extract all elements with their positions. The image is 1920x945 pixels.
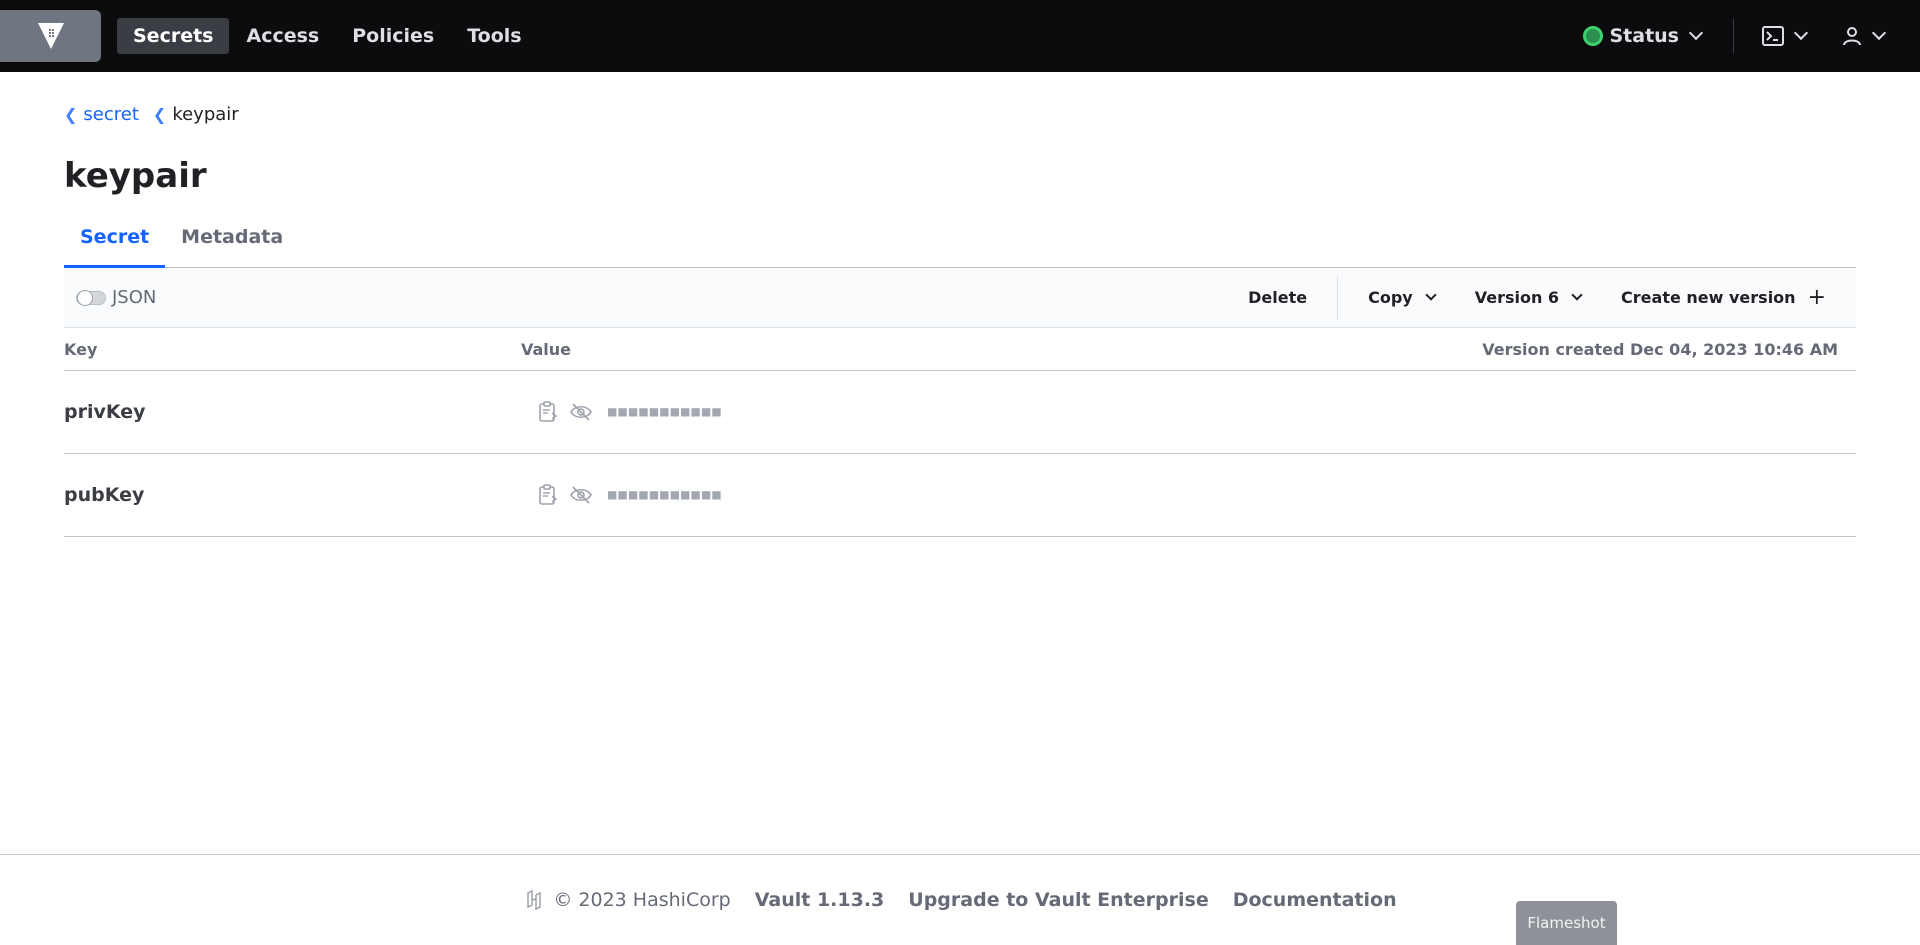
chevron-down-icon	[1871, 25, 1887, 41]
secret-key: pubKey	[64, 484, 145, 506]
plus-icon: +	[1807, 284, 1826, 310]
json-toggle[interactable]: JSON	[76, 287, 156, 308]
nav-access[interactable]: Access	[230, 18, 335, 54]
nav-right: Status	[1583, 0, 1920, 72]
row-actions: ■■■■■■■■■■■	[538, 484, 735, 506]
status-dropdown[interactable]: Status	[1583, 25, 1704, 47]
tab-bar: Secret Metadata	[64, 216, 1856, 268]
nav-tools[interactable]: Tools	[451, 18, 537, 54]
main-nav: Secrets Access Policies Tools	[117, 18, 539, 54]
vault-logo[interactable]	[0, 10, 101, 62]
nav-policies[interactable]: Policies	[336, 18, 450, 54]
status-label: Status	[1609, 25, 1679, 47]
nav-secrets[interactable]: Secrets	[117, 18, 230, 54]
toolbar-actions: Delete Copy Version 6 Create new version…	[1228, 268, 1856, 328]
copy-dropdown[interactable]: Copy	[1348, 288, 1455, 307]
copy-label: Copy	[1368, 288, 1413, 307]
version-created-info: Version created Dec 04, 2023 10:46 AM	[1482, 339, 1838, 359]
table-row: pubKey ■■■■■■■■■■■	[64, 454, 1856, 537]
toggle-knob	[77, 289, 93, 306]
json-toggle-label: JSON	[112, 287, 157, 308]
secret-key: privKey	[64, 401, 146, 423]
chevron-left-icon: ❮	[64, 105, 78, 124]
create-new-version-label: Create new version	[1621, 288, 1796, 307]
copyright-text: © 2023 HashiCorp	[553, 889, 731, 911]
terminal-icon	[1762, 26, 1784, 46]
top-navbar: Secrets Access Policies Tools Status	[0, 0, 1920, 72]
masked-value: ■■■■■■■■■■■	[608, 487, 723, 503]
tab-metadata[interactable]: Metadata	[165, 216, 299, 268]
vault-logo-icon	[37, 23, 64, 49]
column-header-value: Value	[521, 339, 572, 359]
create-new-version-button[interactable]: Create new version +	[1601, 284, 1856, 310]
eye-off-icon[interactable]	[570, 486, 592, 504]
status-ok-icon	[1583, 26, 1604, 46]
table-header: Key Value Version created Dec 04, 2023 1…	[64, 328, 1856, 371]
flameshot-overlay[interactable]: Flameshot	[1516, 901, 1617, 945]
documentation-link[interactable]: Documentation	[1233, 889, 1397, 911]
chevron-down-icon	[1571, 289, 1583, 301]
masked-value: ■■■■■■■■■■■	[608, 404, 723, 420]
chevron-down-icon	[1425, 289, 1437, 301]
version-label: Version 6	[1474, 288, 1560, 307]
row-actions: ■■■■■■■■■■■	[538, 401, 735, 423]
column-header-key: Key	[64, 339, 98, 359]
breadcrumb-link-secret[interactable]: secret	[83, 104, 139, 125]
console-menu-button[interactable]	[1762, 25, 1809, 46]
footer-content: © 2023 HashiCorp Vault 1.13.3 Upgrade to…	[523, 889, 1397, 911]
hashicorp-logo-icon	[527, 889, 542, 911]
user-icon	[1843, 27, 1861, 46]
delete-button[interactable]: Delete	[1228, 288, 1327, 307]
copy-clipboard-icon[interactable]	[538, 484, 558, 506]
vault-version-link[interactable]: Vault 1.13.3	[755, 889, 885, 911]
chevron-down-icon	[1793, 25, 1809, 41]
version-dropdown[interactable]: Version 6	[1455, 288, 1601, 307]
toolbar-divider	[1337, 275, 1339, 320]
eye-off-icon[interactable]	[570, 403, 592, 421]
user-menu-button[interactable]	[1842, 25, 1887, 46]
page-title: keypair	[64, 156, 207, 196]
table-row: privKey ■■■■■■■■■■■	[64, 371, 1856, 454]
breadcrumb-current: keypair	[172, 104, 239, 125]
chevron-left-icon: ❮	[152, 105, 167, 124]
copy-clipboard-icon[interactable]	[538, 401, 558, 423]
nav-divider	[1733, 19, 1734, 53]
toggle-switch[interactable]	[76, 289, 106, 306]
footer: © 2023 HashiCorp Vault 1.13.3 Upgrade to…	[0, 854, 1920, 945]
chevron-down-icon	[1688, 25, 1704, 41]
breadcrumb: ❮ secret ❮ keypair	[64, 104, 239, 125]
secret-toolbar: JSON Delete Copy Version 6 Create new ve…	[64, 268, 1856, 328]
upgrade-enterprise-link[interactable]: Upgrade to Vault Enterprise	[908, 889, 1208, 911]
tab-secret[interactable]: Secret	[64, 216, 166, 268]
